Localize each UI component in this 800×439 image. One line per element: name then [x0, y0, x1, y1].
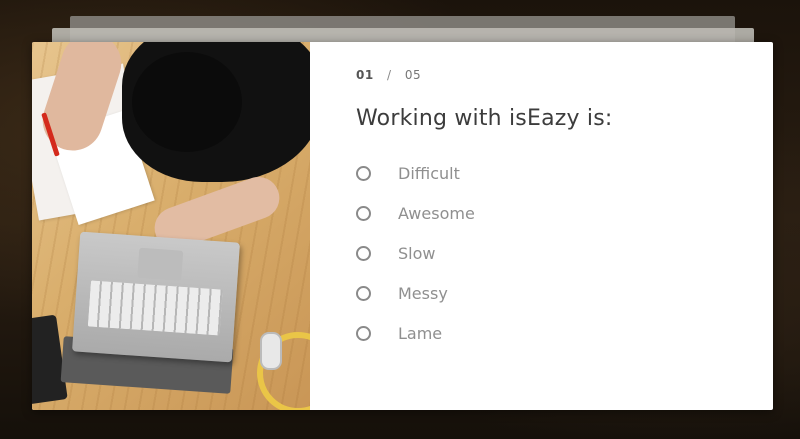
answer-option-label[interactable]: Lame	[398, 324, 442, 343]
answer-option[interactable]: Awesome	[356, 193, 773, 233]
question-content: 01 / 05 Working with isEazy is: Difficul…	[310, 42, 773, 410]
counter-current: 01	[356, 68, 374, 82]
radio-unchecked-icon[interactable]	[356, 165, 371, 181]
laptop	[72, 231, 240, 363]
answer-option[interactable]: Lame	[356, 313, 773, 353]
counter-separator: /	[387, 68, 392, 82]
radio-unchecked-icon[interactable]	[356, 325, 371, 341]
question-title: Working with isEazy is:	[356, 106, 613, 131]
laptop-trackpad	[137, 247, 184, 281]
headphone-earcup	[260, 332, 282, 370]
radio-unchecked-icon[interactable]	[356, 205, 371, 221]
question-image	[32, 42, 310, 410]
answer-option-label[interactable]: Awesome	[398, 204, 475, 223]
answer-option-label[interactable]: Messy	[398, 284, 448, 303]
answer-option-label[interactable]: Slow	[398, 244, 435, 263]
answer-option[interactable]: Difficult	[356, 153, 773, 193]
radio-unchecked-icon[interactable]	[356, 245, 371, 261]
answer-option[interactable]: Messy	[356, 273, 773, 313]
person-head	[132, 52, 242, 152]
laptop-keyboard	[87, 280, 223, 336]
answer-option[interactable]: Slow	[356, 233, 773, 273]
answer-option-label[interactable]: Difficult	[398, 164, 460, 183]
quiz-stage: 01 / 05 Working with isEazy is: Difficul…	[0, 0, 800, 439]
counter-total: 05	[404, 68, 422, 82]
question-card: 01 / 05 Working with isEazy is: Difficul…	[32, 42, 773, 410]
radio-unchecked-icon[interactable]	[356, 285, 371, 301]
question-counter: 01 / 05	[356, 68, 773, 88]
answer-options: Difficult Awesome Slow Messy Lame	[356, 153, 773, 353]
